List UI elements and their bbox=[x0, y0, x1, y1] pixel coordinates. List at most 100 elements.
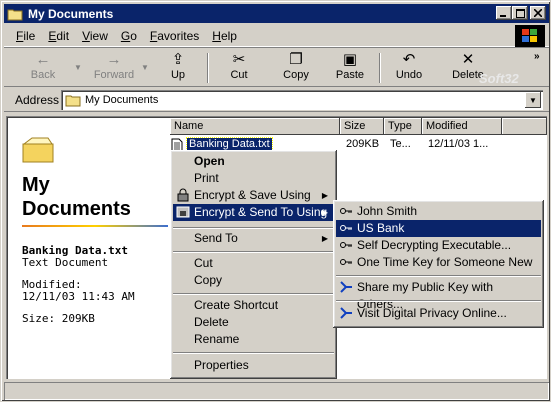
column-header-filler bbox=[502, 118, 547, 135]
maximize-icon bbox=[515, 8, 525, 18]
chevron-down-icon: ▼ bbox=[529, 95, 537, 105]
encrypt-send-submenu: John Smith US Bank Self Decrypting Execu… bbox=[333, 200, 544, 328]
menu-help[interactable]: Help bbox=[212, 29, 237, 43]
submenu-arrow-icon: ▶ bbox=[321, 234, 328, 243]
menu-item-copy[interactable]: Copy bbox=[173, 272, 334, 289]
status-bar bbox=[4, 382, 549, 400]
file-modified-cell: 12/11/03 1... bbox=[428, 138, 489, 150]
key-icon bbox=[340, 242, 352, 248]
modified-value: 12/11/03 11:43 AM bbox=[22, 290, 135, 303]
column-header-size[interactable]: Size bbox=[340, 118, 384, 135]
up-folder-icon: ⇪ bbox=[171, 51, 185, 68]
windows-logo bbox=[515, 25, 545, 47]
undo-button[interactable]: ↶ Undo bbox=[387, 51, 431, 85]
paste-button[interactable]: ▣ Paste bbox=[327, 51, 373, 85]
menu-item-properties[interactable]: Properties bbox=[173, 357, 334, 374]
close-button[interactable] bbox=[530, 6, 546, 20]
key-icon bbox=[340, 259, 352, 265]
title-bar[interactable]: My Documents bbox=[4, 4, 549, 23]
close-icon bbox=[534, 9, 542, 17]
back-button[interactable]: ← Back bbox=[18, 51, 68, 85]
menu-view[interactable]: View bbox=[82, 29, 108, 43]
menu-separator bbox=[173, 293, 334, 295]
menu-separator bbox=[173, 352, 334, 354]
menu-file[interactable]: File bbox=[16, 29, 35, 43]
submenu-item-visit[interactable]: Visit Digital Privacy Online... bbox=[336, 305, 541, 322]
submenu-item-self-decrypting[interactable]: Self Decrypting Executable... bbox=[336, 237, 541, 254]
column-header-modified[interactable]: Modified bbox=[422, 118, 502, 135]
context-menu: Open Print Encrypt & Save Using ▶ Encryp… bbox=[170, 150, 337, 379]
submenu-item-share-key[interactable]: Share my Public Key with Others... bbox=[336, 279, 541, 311]
menu-item-cut[interactable]: Cut bbox=[173, 255, 334, 272]
web-view-pane: My Documents Banking Data.txt Text Docum… bbox=[22, 134, 168, 325]
menu-item-encrypt-save[interactable]: Encrypt & Save Using ▶ bbox=[173, 187, 334, 204]
file-type-cell: Te... bbox=[390, 138, 411, 150]
delete-x-icon: ✕ bbox=[461, 51, 475, 68]
menu-bar: File Edit View Go Favorites Help bbox=[4, 25, 549, 47]
key-icon bbox=[340, 225, 352, 231]
minimize-button[interactable] bbox=[496, 6, 512, 20]
minimize-icon bbox=[500, 14, 506, 17]
column-header-type[interactable]: Type bbox=[384, 118, 422, 135]
folder-icon bbox=[7, 9, 23, 20]
menu-separator bbox=[173, 251, 334, 253]
submenu-item-us-bank[interactable]: US Bank bbox=[336, 220, 541, 237]
clipboard-icon: ▣ bbox=[342, 51, 358, 68]
submenu-item-one-time-key[interactable]: One Time Key for Someone New bbox=[336, 254, 541, 271]
cut-button[interactable]: ✂ Cut bbox=[219, 51, 259, 85]
encrypt-send-icon bbox=[176, 206, 190, 218]
menu-item-send-to[interactable]: Send To ▶ bbox=[173, 230, 334, 247]
copy-icon: ❐ bbox=[289, 51, 303, 68]
submenu-item-john-smith[interactable]: John Smith bbox=[336, 203, 541, 220]
back-dropdown-icon[interactable]: ▼ bbox=[74, 63, 82, 72]
pane-title: My bbox=[22, 174, 50, 196]
scissors-icon: ✂ bbox=[232, 51, 246, 68]
maximize-button[interactable] bbox=[512, 6, 528, 20]
menu-item-create-shortcut[interactable]: Create Shortcut bbox=[173, 297, 334, 314]
pane-divider bbox=[22, 225, 168, 227]
submenu-arrow-icon: ▶ bbox=[321, 208, 328, 217]
undo-icon: ↶ bbox=[402, 51, 416, 68]
address-input[interactable]: My Documents ▼ bbox=[61, 90, 543, 110]
menu-item-delete[interactable]: Delete bbox=[173, 314, 334, 331]
menu-item-print[interactable]: Print bbox=[173, 170, 334, 187]
column-header-name[interactable]: Name bbox=[170, 118, 340, 135]
forward-dropdown-icon[interactable]: ▼ bbox=[141, 63, 149, 72]
copy-button[interactable]: ❐ Copy bbox=[274, 51, 318, 85]
menu-separator bbox=[173, 227, 334, 229]
share-key-icon bbox=[340, 281, 352, 293]
address-label: Address bbox=[15, 93, 60, 107]
back-arrow-icon: ← bbox=[35, 51, 51, 68]
up-button[interactable]: ⇪ Up bbox=[160, 51, 196, 85]
menu-item-encrypt-send[interactable]: Encrypt & Send To Using ▶ bbox=[173, 204, 334, 221]
key-icon bbox=[340, 208, 352, 214]
menu-favorites[interactable]: Favorites bbox=[150, 29, 199, 43]
menu-separator bbox=[336, 300, 541, 302]
submenu-arrow-icon: ▶ bbox=[321, 191, 328, 200]
large-folder-icon bbox=[22, 137, 54, 163]
file-size-cell: 209KB bbox=[346, 138, 380, 150]
windows-flag-icon bbox=[522, 29, 537, 42]
file-name[interactable]: Banking Data.txt bbox=[186, 137, 273, 151]
file-size: Size: 209KB bbox=[22, 312, 95, 325]
menu-edit[interactable]: Edit bbox=[48, 29, 69, 43]
menu-item-open[interactable]: Open bbox=[173, 153, 334, 170]
address-value: My Documents bbox=[85, 94, 159, 106]
folder-icon bbox=[65, 95, 81, 106]
toolbar-separator bbox=[207, 53, 209, 83]
selected-file-type: Text Document bbox=[22, 256, 109, 269]
address-dropdown-button[interactable]: ▼ bbox=[525, 92, 541, 108]
menu-item-rename[interactable]: Rename bbox=[173, 331, 334, 348]
toolbar-overflow-icon[interactable]: » bbox=[534, 51, 540, 62]
address-bar: Address My Documents ▼ bbox=[4, 88, 549, 112]
forward-button[interactable]: → Forward bbox=[86, 51, 142, 85]
standard-toolbar: ← Back ▼ → Forward ▼ ⇪ Up ✂ Cut ❐ Copy ▣… bbox=[4, 49, 549, 87]
toolbar-separator bbox=[379, 53, 381, 83]
menu-separator bbox=[336, 275, 541, 277]
window-title: My Documents bbox=[28, 6, 114, 21]
menu-go[interactable]: Go bbox=[121, 29, 137, 43]
pane-title: Documents bbox=[22, 198, 131, 220]
web-link-icon bbox=[340, 307, 352, 319]
forward-arrow-icon: → bbox=[106, 51, 122, 68]
watermark: Soft32 bbox=[479, 71, 519, 86]
